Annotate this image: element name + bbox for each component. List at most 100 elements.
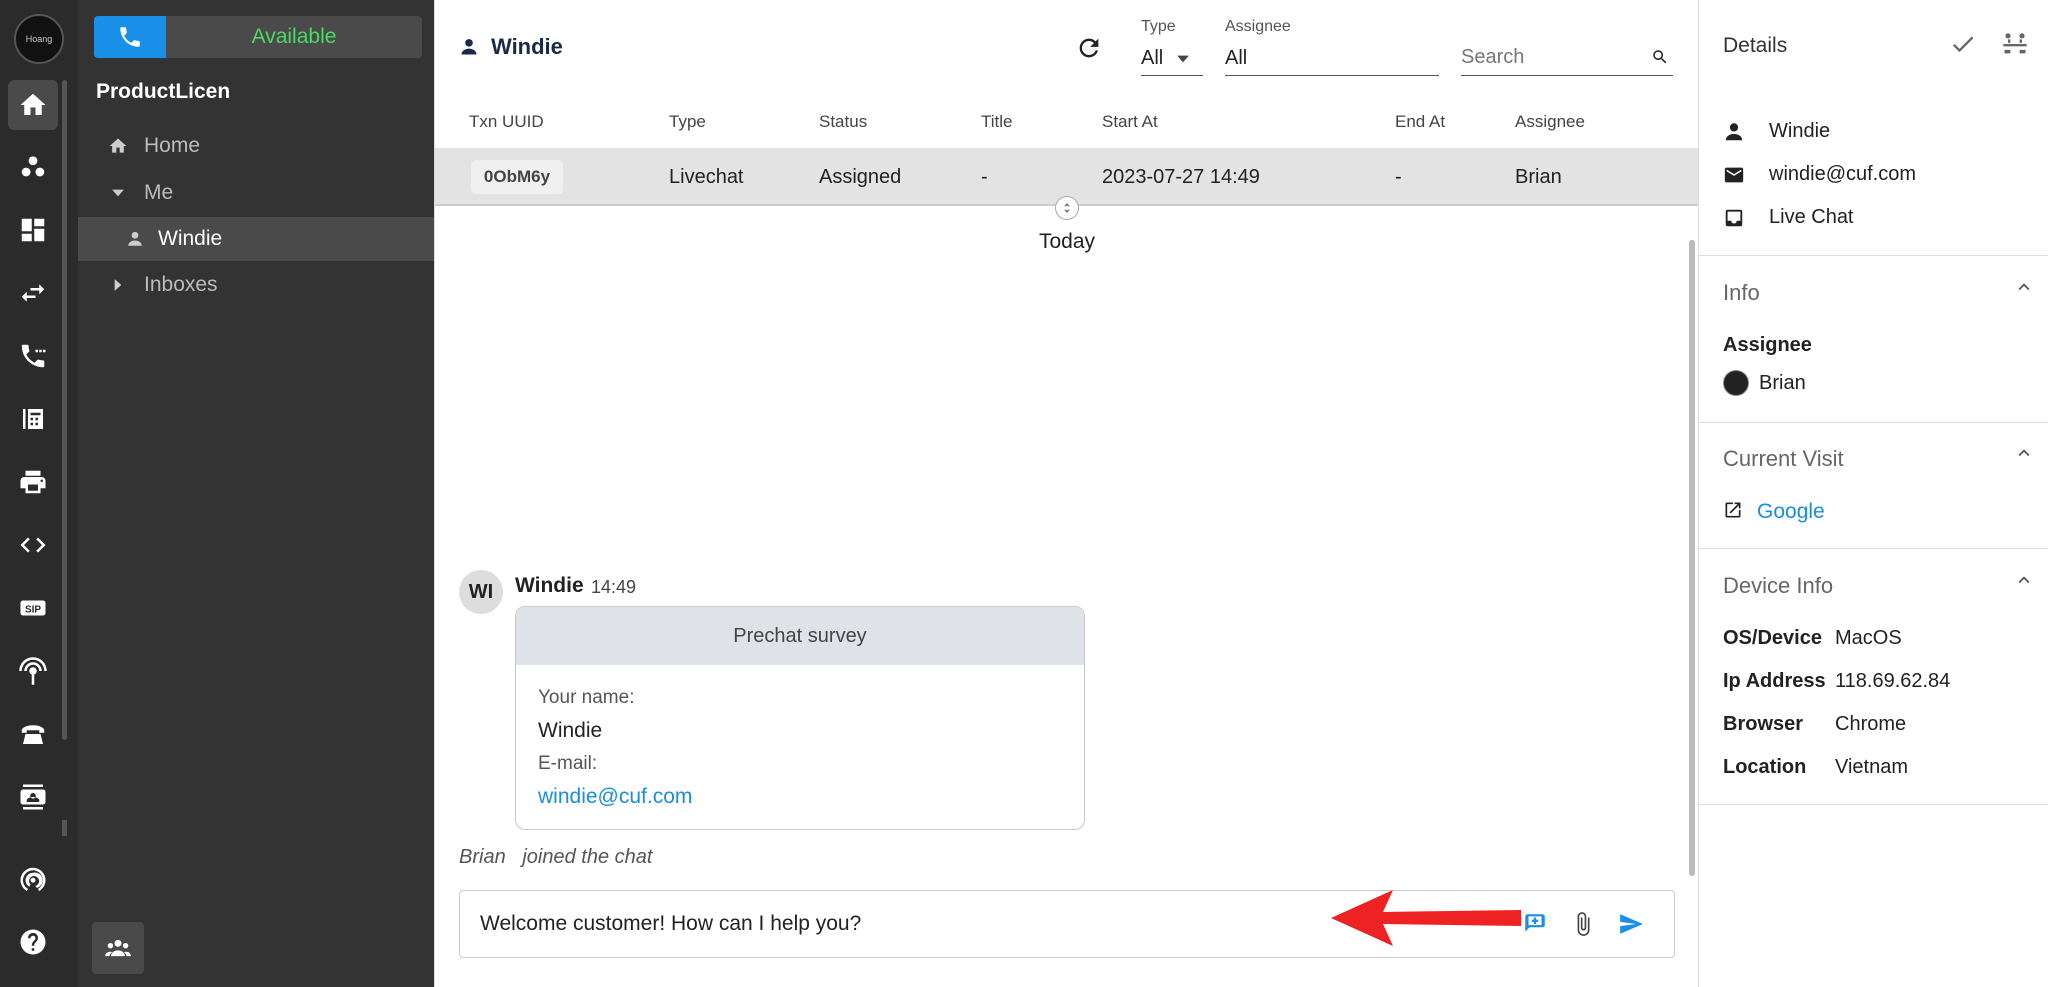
rail-scrollbar-tail [62, 820, 67, 836]
chevron-up-icon[interactable] [2013, 442, 2035, 464]
person-icon [1725, 122, 1743, 140]
person-icon [128, 231, 142, 246]
add-box-icon [1525, 914, 1545, 932]
inbox-icon [1725, 209, 1743, 226]
paperclip-icon [1577, 912, 1590, 936]
sip-icon[interactable]: SIP [8, 583, 58, 633]
col-start-at[interactable]: Start At [1102, 112, 1158, 132]
message-input[interactable] [480, 907, 1240, 941]
search-input[interactable] [1461, 40, 1673, 76]
assignee-filter-field[interactable]: All [1225, 42, 1439, 76]
refresh-button[interactable] [1075, 34, 1105, 64]
conversation-title: Windie [459, 34, 563, 60]
nav-item-home[interactable]: Home [78, 124, 434, 168]
row-status: Assigned [819, 166, 902, 188]
caret-down-icon [112, 189, 124, 197]
conversation-toolbar: Windie Type All Assignee All [435, 0, 1699, 94]
chevron-up-icon[interactable] [2013, 276, 2035, 298]
col-type[interactable]: Type [669, 112, 706, 132]
search-icon[interactable] [1651, 48, 1671, 68]
nav-item-windie[interactable]: Windie [78, 217, 434, 261]
attach-button[interactable] [1568, 909, 1598, 939]
survey-email-label: E-mail: [538, 753, 598, 774]
browser-value: Chrome [1835, 713, 1907, 735]
contact-card-icon[interactable] [8, 772, 58, 822]
col-assignee[interactable]: Assignee [1515, 112, 1585, 132]
svg-text:SIP: SIP [25, 604, 41, 615]
info-section-title[interactable]: Info [1723, 280, 1760, 306]
divider [1699, 422, 2048, 423]
visit-link[interactable]: Google [1757, 500, 1825, 524]
broadcast-icon[interactable] [8, 854, 58, 904]
current-visit-section-title[interactable]: Current Visit [1723, 446, 1844, 472]
caret-down-icon [1177, 55, 1190, 62]
person-icon [461, 39, 477, 55]
col-end-at[interactable]: End At [1395, 112, 1445, 132]
caret-right-icon [114, 279, 122, 291]
team-button[interactable] [92, 922, 144, 974]
contact-channel-row: Live Chat [1723, 206, 1854, 229]
ip-label: Ip Address [1723, 670, 1826, 692]
dashboard-icon[interactable] [8, 205, 58, 255]
icon-rail: Hoang SIP [0, 0, 78, 987]
col-status[interactable]: Status [819, 112, 867, 132]
call-log-icon[interactable] [8, 331, 58, 381]
conversation-main: Windie Type All Assignee All Txn UUID Ty… [434, 0, 1699, 987]
assignee-name: Brian [1759, 372, 1806, 394]
user-avatar[interactable]: Hoang [14, 14, 64, 64]
divider [1699, 548, 2048, 549]
ip-value: 118.69.62.84 [1835, 670, 1951, 692]
system-note: Brian joined the chat [459, 846, 653, 868]
nav-item-me[interactable]: Me [78, 171, 434, 215]
survey-name-value: Windie [538, 719, 603, 742]
row-assignee: Brian [1515, 166, 1562, 188]
avatar: WI [459, 570, 503, 614]
survey-email-link[interactable]: windie@cuf.com [538, 785, 692, 809]
insert-template-button[interactable] [1520, 909, 1550, 939]
refresh-icon [1079, 38, 1099, 58]
col-txn-uuid[interactable]: Txn UUID [469, 112, 544, 132]
contact-name-row: Windie [1723, 120, 1830, 143]
availability-status[interactable]: Available [166, 16, 422, 58]
transfer-icon[interactable] [8, 268, 58, 318]
col-title[interactable]: Title [981, 112, 1013, 132]
side-nav: Available ProductLicen Home Me Windie In… [78, 0, 434, 987]
transfer-button[interactable] [2001, 30, 2033, 62]
code-icon[interactable] [8, 520, 58, 570]
home-icon[interactable] [8, 80, 58, 130]
phonebook-icon[interactable] [8, 394, 58, 444]
telephone-icon[interactable] [8, 709, 58, 759]
divider [1699, 255, 2048, 256]
users-icon[interactable] [8, 142, 58, 192]
chat-scrollbar[interactable] [1689, 240, 1695, 876]
contact-email-row: windie@cuf.com [1723, 163, 1916, 186]
row-start-at: 2023-07-27 14:49 [1102, 166, 1260, 188]
home-icon [109, 138, 127, 153]
details-panel: Details Windie windie@cuf.com Live Chat … [1698, 0, 2048, 987]
external-link-icon [1723, 500, 1745, 522]
antenna-icon[interactable] [8, 646, 58, 696]
txn-uuid-chip[interactable]: 0ObM6y [471, 160, 563, 194]
send-icon [1620, 914, 1643, 934]
row-title: - [981, 166, 988, 188]
chevron-up-icon[interactable] [2013, 569, 2035, 591]
expand-icon [1064, 202, 1070, 214]
resolve-button[interactable] [1949, 30, 1981, 62]
nav-item-inboxes[interactable]: Inboxes [78, 263, 434, 307]
printer-icon[interactable] [8, 457, 58, 507]
help-icon[interactable] [8, 917, 58, 967]
call-button[interactable] [94, 16, 166, 58]
annotation-arrow-icon [1331, 890, 1521, 946]
message-author: Windie [515, 574, 584, 597]
transactions-table-header: Txn UUID Type Status Title Start At End … [435, 94, 1699, 148]
rail-scrollbar[interactable] [62, 80, 67, 740]
type-filter-select[interactable]: All [1141, 42, 1203, 76]
prechat-survey-card: Prechat survey Your name: Windie E-mail:… [515, 606, 1085, 830]
row-end-at: - [1395, 166, 1402, 188]
browser-label: Browser [1723, 713, 1804, 735]
day-divider: Today [1038, 230, 1096, 253]
device-info-section-title[interactable]: Device Info [1723, 573, 1833, 599]
resize-handle[interactable] [1055, 196, 1079, 220]
type-filter-label: Type [1141, 18, 1176, 35]
send-button[interactable] [1616, 909, 1646, 939]
